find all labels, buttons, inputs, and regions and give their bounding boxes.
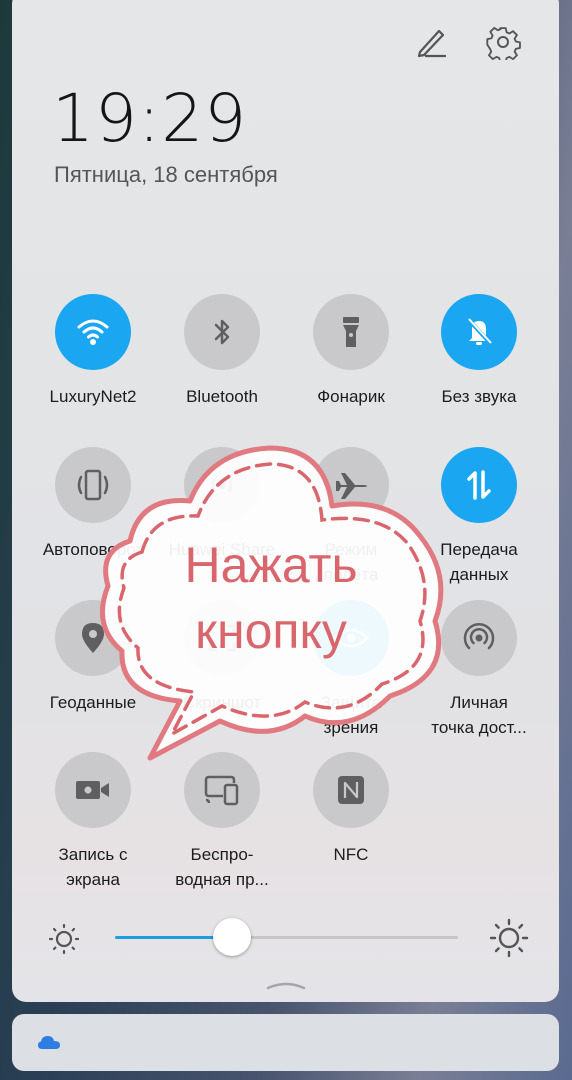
bluetooth-icon (214, 319, 230, 345)
tile-label-line2: экрана (66, 870, 120, 889)
mobile-data-icon (467, 470, 491, 500)
wireless-projection-icon (204, 775, 239, 806)
tile-bluetooth[interactable]: Bluetooth (157, 294, 287, 409)
gear-icon (486, 27, 521, 60)
brightness-control (0, 910, 572, 966)
tile-label: Без звука (441, 387, 517, 406)
tile-hotspot-button[interactable] (441, 600, 517, 676)
tile-label: Беспро- водная пр... (157, 842, 287, 892)
brightness-high-icon (489, 918, 529, 958)
tile-label-line1: Беспро- (190, 845, 254, 864)
tile-silent-button[interactable] (441, 294, 517, 370)
cloud-icon (38, 1036, 60, 1049)
clock: 19:29 (52, 80, 248, 157)
speech-cloud-shape (99, 445, 444, 761)
tile-label: Bluetooth (186, 387, 258, 406)
edit-button[interactable] (412, 22, 452, 62)
tile-label: NFC (333, 845, 369, 864)
tile-mobile-data-button[interactable] (441, 447, 517, 523)
tile-label: LuxuryNet2 (49, 387, 137, 406)
callout-line2: кнопку (195, 603, 347, 659)
flashlight-icon (343, 317, 359, 347)
tile-label-line1: Запись с (58, 845, 128, 864)
brightness-slider-thumb[interactable] (212, 918, 251, 956)
tile-label: Запись с экрана (28, 842, 158, 892)
date: Пятница, 18 сентября (54, 162, 278, 187)
nfc-icon (338, 776, 364, 804)
tile-wifi-button[interactable] (55, 294, 131, 370)
brightness-slider[interactable] (115, 918, 458, 956)
instruction-callout: Нажать кнопку (90, 436, 452, 764)
pencil-icon (417, 29, 446, 58)
notification-card[interactable] (12, 1014, 559, 1071)
tile-silent[interactable]: Без звука (414, 294, 544, 409)
tile-flashlight[interactable]: Фонарик (286, 294, 416, 409)
tile-bluetooth-button[interactable] (184, 294, 260, 370)
tile-wireless-projection[interactable]: Беспро- водная пр... (157, 752, 287, 892)
hotspot-icon (463, 622, 495, 650)
expand-handle-icon[interactable] (266, 978, 306, 990)
tile-label: Фонарик (317, 387, 385, 406)
tile-flashlight-button[interactable] (313, 294, 389, 370)
tile-label-line2: водная пр... (175, 870, 269, 889)
callout-line1: Нажать (184, 537, 358, 593)
settings-button[interactable] (483, 22, 523, 62)
tile-nfc[interactable]: NFC (286, 752, 416, 867)
tile-wifi[interactable]: LuxuryNet2 (28, 294, 158, 409)
wifi-icon (77, 319, 109, 345)
tile-screen-record[interactable]: Запись с экрана (28, 752, 158, 892)
bell-off-icon (466, 317, 493, 346)
screen-record-icon (76, 781, 109, 799)
brightness-low-icon (48, 923, 80, 955)
